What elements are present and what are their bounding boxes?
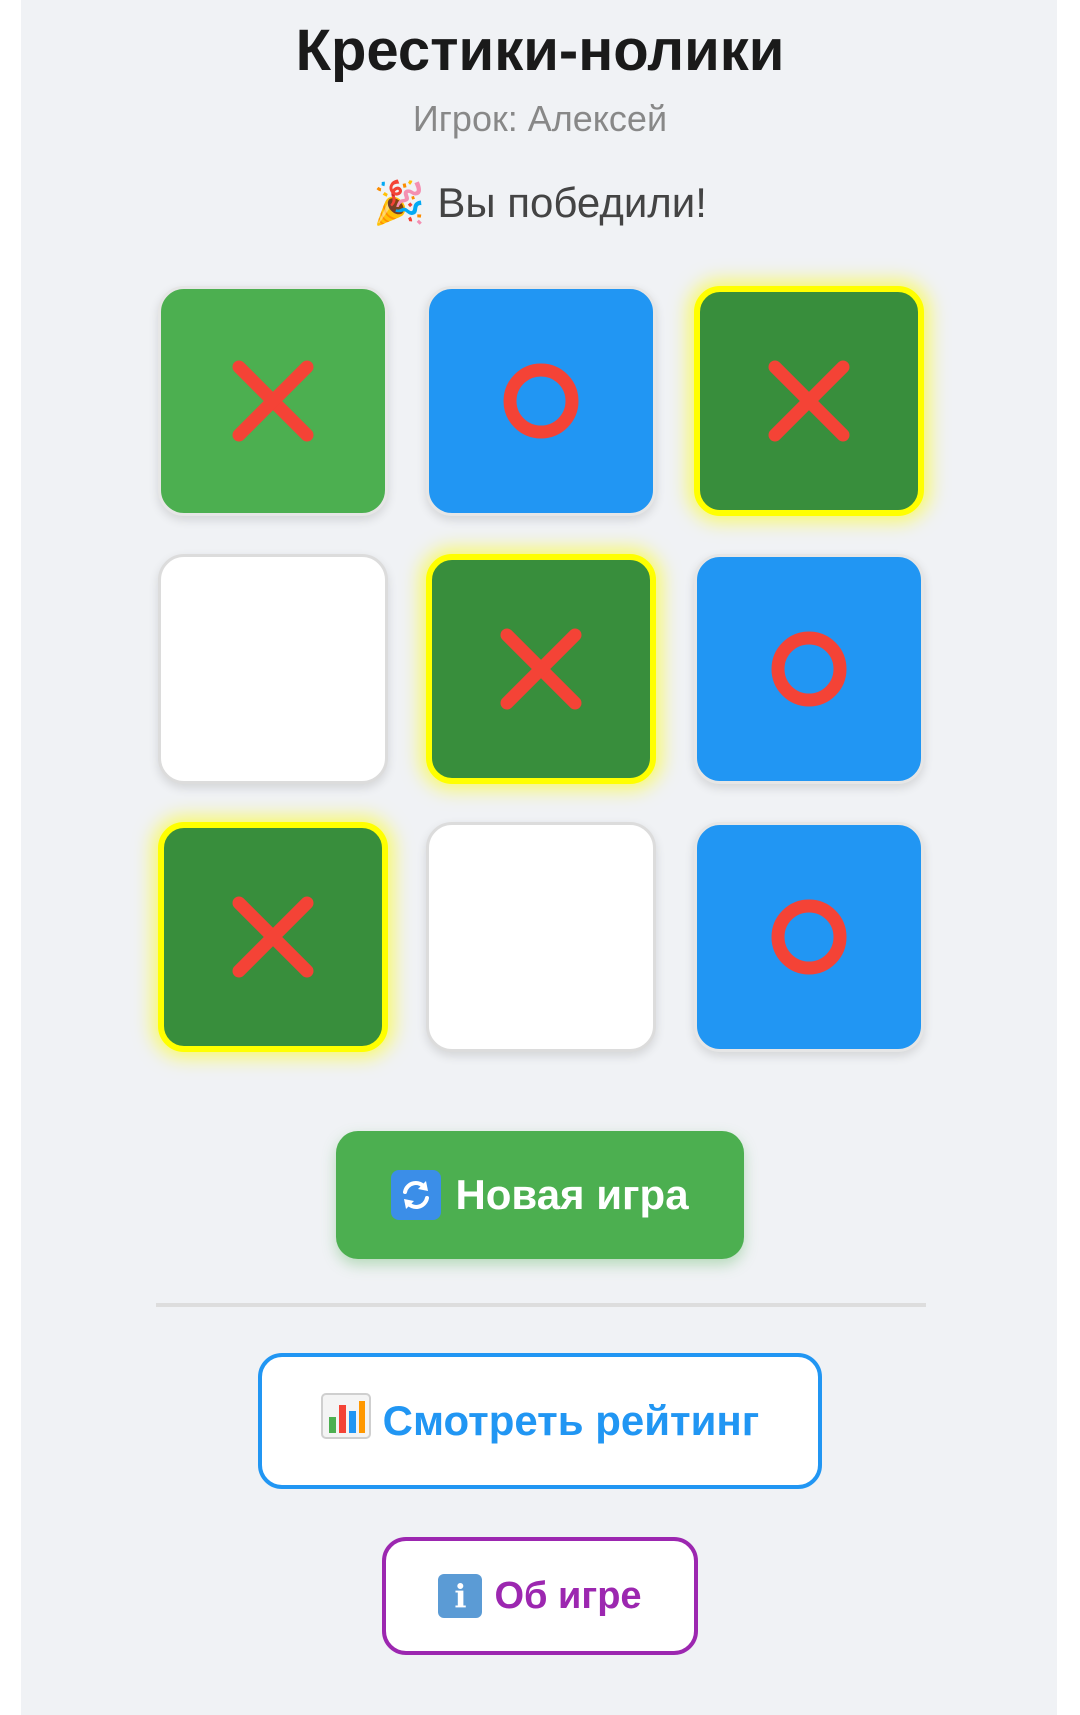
cross-icon [761, 353, 857, 449]
status-text: Вы победили! [437, 179, 707, 226]
player-name: Игрок: Алексей [412, 98, 668, 139]
game-board [158, 286, 928, 1056]
circle-icon [761, 889, 857, 985]
circle-icon [761, 621, 857, 717]
circle-icon [493, 353, 589, 449]
board-cell-o[interactable] [694, 822, 924, 1052]
board-cell-x-winning[interactable] [158, 822, 388, 1052]
board-cell-x-winning[interactable] [426, 554, 656, 784]
board-cell-empty[interactable] [158, 554, 388, 784]
board-cell-empty[interactable] [426, 822, 656, 1052]
new-game-button[interactable]: Новая игра [336, 1131, 744, 1259]
about-game-button[interactable]: i Об игре [382, 1537, 698, 1655]
cross-icon [493, 621, 589, 717]
board-cell-o[interactable] [694, 554, 924, 784]
refresh-icon [391, 1170, 442, 1220]
cross-icon [225, 889, 321, 985]
game-title: Крестики-нолики [295, 18, 785, 83]
view-rating-label: Смотреть рейтинг [382, 1397, 760, 1444]
divider [156, 1303, 926, 1307]
board-cell-x[interactable] [158, 286, 388, 516]
board-cell-o[interactable] [426, 286, 656, 516]
info-icon: i [438, 1574, 483, 1618]
view-rating-button[interactable]: Смотреть рейтинг [258, 1353, 822, 1489]
cross-icon [225, 353, 321, 449]
bar-chart-icon [320, 1393, 371, 1449]
board-cell-x-winning[interactable] [694, 286, 924, 516]
about-game-label: Об игре [494, 1574, 642, 1617]
party-popper-icon: 🎉 [373, 179, 426, 226]
game-status: 🎉 Вы победили! [0, 178, 1080, 228]
new-game-label: Новая игра [455, 1171, 689, 1218]
